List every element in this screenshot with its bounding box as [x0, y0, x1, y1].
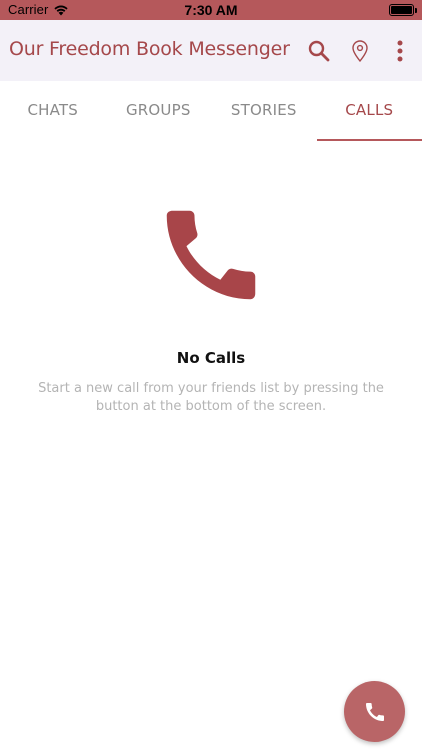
location-pin-icon[interactable] [347, 38, 373, 64]
phone-icon [166, 210, 256, 300]
app-title: Our Freedom Book Messenger [9, 38, 290, 60]
new-call-button[interactable] [344, 681, 405, 742]
phone-icon [365, 702, 384, 721]
status-bar: Carrier 7:30 AM [0, 0, 422, 20]
empty-state-title: No Calls [176, 349, 246, 367]
app-bar: Our Freedom Book Messenger [0, 20, 422, 81]
more-vert-icon[interactable] [387, 38, 413, 64]
search-icon[interactable] [306, 38, 332, 64]
tab-calls[interactable]: CALLS [316, 81, 422, 141]
tab-bar: CHATS GROUPS STORIES CALLS [0, 81, 422, 141]
empty-state-description: Start a new call from your friends list … [38, 381, 384, 414]
tab-groups[interactable]: GROUPS [106, 81, 212, 141]
tab-stories[interactable]: STORIES [211, 81, 317, 141]
battery-icon [389, 4, 417, 16]
tab-chats[interactable]: CHATS [0, 81, 106, 141]
status-time: 7:30 AM [184, 2, 238, 18]
